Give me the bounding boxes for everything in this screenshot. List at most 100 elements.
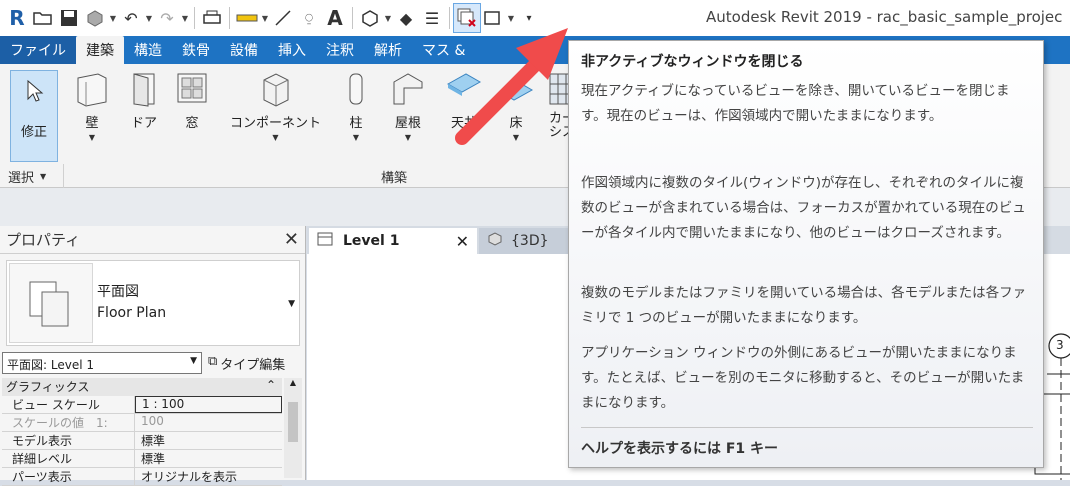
property-key: パーツ表示 (2, 468, 135, 485)
tab-systems[interactable]: 設備 (220, 36, 268, 64)
chevron-down-icon[interactable]: ▼ (288, 299, 295, 309)
panel-select[interactable]: 選択 ▼ (0, 164, 64, 188)
column-icon (349, 73, 363, 105)
property-value[interactable]: 1 : 100 (135, 396, 282, 413)
tab-analyze[interactable]: 解析 (364, 36, 412, 64)
annotation-arrow-icon (455, 28, 568, 145)
floor-plan-icon (9, 263, 93, 343)
property-row[interactable]: ビュー スケール 1 : 100 (2, 396, 282, 414)
wall-label: 壁 (85, 116, 99, 131)
window-icon (177, 73, 207, 103)
properties-palette: プロパティ ✕ 平面図 Floor Plan ▼ 平面図: Level 1 ▼ … (0, 226, 306, 486)
text-icon[interactable]: A (322, 4, 348, 32)
tooltip-help-text: ヘルプを表示するには F1 キー (581, 441, 779, 457)
column-button[interactable]: 柱 ▼ (338, 70, 374, 142)
tab-level-1-label: Level 1 (343, 233, 400, 249)
chevron-down-icon: ▼ (88, 133, 96, 142)
property-value[interactable]: 標準 (135, 432, 282, 449)
tab-file[interactable]: ファイル (0, 36, 76, 64)
property-value[interactable]: 標準 (135, 450, 282, 467)
tag-icon[interactable]: ⍜ (296, 4, 322, 32)
chevron-down-icon[interactable]: ▼ (180, 14, 190, 23)
chevron-down-icon[interactable]: ▼ (383, 14, 393, 23)
scrollbar[interactable]: ▲ (284, 378, 302, 478)
chevron-down-icon[interactable]: ▼ (144, 14, 154, 23)
tooltip-paragraph: 複数のモデルまたはファミリを開いている場合は、各モデルまたは各ファミリで 1 つ… (581, 285, 1027, 326)
scroll-up-icon[interactable]: ▲ (284, 378, 302, 387)
measure-icon[interactable] (234, 4, 260, 32)
component-label: コンポーネント (230, 116, 322, 131)
type-selector[interactable]: 平面図 Floor Plan ▼ (6, 260, 300, 346)
roof-icon (393, 73, 423, 105)
tooltip-paragraph: 現在アクティブになっているビューを除き、開いているビューを閉じます。現在のビュー… (581, 83, 1010, 124)
dimension-icon[interactable] (270, 4, 296, 32)
tooltip: 非アクティブなウィンドウを閉じる 現在アクティブになっているビューを除き、開いて… (568, 40, 1044, 468)
modify-button[interactable]: 修正 (10, 70, 58, 162)
roof-button[interactable]: 屋根 ▼ (390, 70, 426, 142)
chevron-down-icon: ▼ (404, 133, 412, 142)
wall-button[interactable]: 壁 ▼ (74, 70, 110, 142)
chevron-down-icon[interactable]: ▼ (108, 14, 118, 23)
tab-3d-label: {3D} (511, 233, 549, 249)
print-icon[interactable] (199, 4, 225, 32)
open-icon[interactable] (30, 4, 56, 32)
window-button[interactable]: 窓 (174, 70, 210, 131)
save-icon[interactable] (56, 4, 82, 32)
tab-architecture[interactable]: 建築 (76, 36, 124, 64)
modify-label: 修正 (20, 125, 47, 140)
sync-icon[interactable] (82, 4, 108, 32)
chevron-down-icon[interactable]: ▼ (260, 14, 270, 23)
property-row[interactable]: 詳細レベル 標準 (2, 450, 282, 468)
3d-view-icon (487, 232, 503, 250)
scrollbar-thumb[interactable] (288, 402, 298, 442)
undo-icon[interactable]: ↶ (118, 4, 144, 32)
close-icon[interactable]: ✕ (456, 232, 469, 251)
divider (229, 7, 230, 29)
tab-insert[interactable]: 挿入 (268, 36, 316, 64)
property-row: スケールの値 1: 100 (2, 414, 282, 432)
properties-title: プロパティ (6, 231, 81, 249)
tab-3d[interactable]: {3D} (479, 228, 569, 254)
close-icon[interactable]: ✕ (284, 229, 299, 250)
door-icon (133, 73, 155, 107)
type-name-ja: 平面図 (97, 284, 139, 300)
tooltip-paragraph: アプリケーション ウィンドウの外側にあるビューが開いたままになります。たとえば、… (581, 345, 1025, 411)
property-value[interactable]: オリジナルを表示 (135, 468, 282, 485)
component-icon (263, 73, 288, 107)
edit-type-button[interactable]: ⧉ タイプ編集 (208, 354, 285, 373)
tab-structure[interactable]: 構造 (124, 36, 172, 64)
property-row[interactable]: モデル表示 標準 (2, 432, 282, 450)
panel-select-label: 選択 (8, 170, 35, 186)
chevron-down-icon: ▼ (190, 356, 197, 366)
properties-header: プロパティ ✕ (0, 226, 305, 254)
window-label: 窓 (185, 116, 199, 131)
divider (581, 427, 1033, 428)
category-label: グラフィックス (6, 380, 90, 394)
tab-level-1[interactable]: Level 1 ✕ (309, 228, 477, 254)
revit-logo-icon[interactable]: R (4, 4, 30, 32)
tab-steel[interactable]: 鉄骨 (172, 36, 220, 64)
redo-icon[interactable]: ↷ (154, 4, 180, 32)
property-row[interactable]: パーツ表示 オリジナルを表示 (2, 468, 282, 486)
property-value: 100 (141, 414, 164, 428)
property-key: スケールの値 1: (2, 414, 135, 431)
category-graphics[interactable]: グラフィックス ⌃ (2, 378, 282, 396)
door-label: ドア (130, 116, 157, 131)
divider (352, 7, 353, 29)
component-button[interactable]: コンポーネント ▼ (230, 70, 321, 142)
section-icon[interactable]: ◆ (393, 4, 419, 32)
floor-plan-icon (317, 232, 333, 250)
door-button[interactable]: ドア (126, 70, 162, 131)
tab-annotate[interactable]: 注釈 (316, 36, 364, 64)
instance-selector[interactable]: 平面図: Level 1 ▼ (2, 352, 202, 374)
chevron-down-icon: ▼ (272, 133, 279, 142)
collapse-icon: ⌃ (265, 378, 276, 392)
column-label: 柱 (349, 116, 363, 131)
tooltip-title: 非アクティブなウィンドウを閉じる (581, 54, 804, 70)
roof-label: 屋根 (394, 116, 421, 131)
chevron-down-icon: ▼ (40, 171, 47, 181)
property-key: ビュー スケール (2, 396, 135, 413)
property-key: 詳細レベル (2, 450, 135, 467)
3d-view-icon[interactable] (357, 4, 383, 32)
property-key: モデル表示 (2, 432, 135, 449)
